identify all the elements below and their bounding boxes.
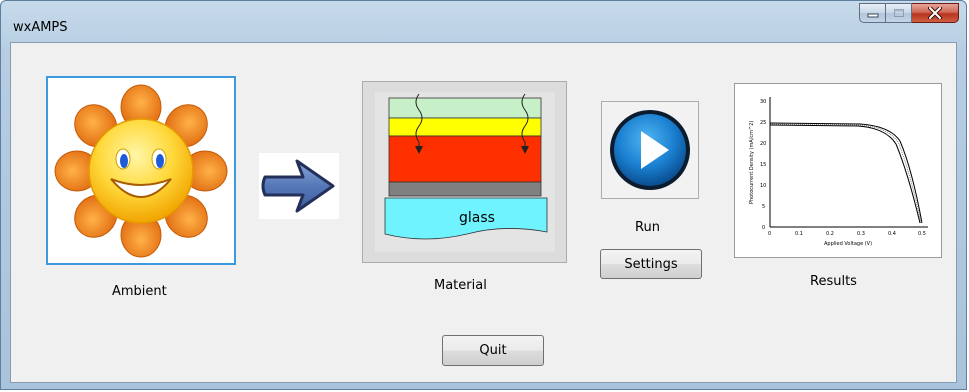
window-title: wxAMPS bbox=[13, 20, 68, 35]
svg-text:0: 0 bbox=[762, 225, 765, 231]
play-icon bbox=[610, 110, 690, 190]
substrate-label: glass bbox=[459, 210, 495, 226]
iv-curve-plot-icon: 0 5 10 15 20 25 30 0 0.1 0.2 0.3 0.4 0.5… bbox=[740, 88, 936, 253]
minimize-button[interactable] bbox=[859, 3, 886, 23]
svg-text:Photocurrent Density (mA/cm^2): Photocurrent Density (mA/cm^2) bbox=[749, 120, 755, 203]
run-label: Run bbox=[635, 220, 660, 235]
svg-text:5: 5 bbox=[762, 204, 765, 210]
svg-text:25: 25 bbox=[760, 120, 766, 126]
maximize-button[interactable] bbox=[886, 3, 912, 23]
svg-text:0.4: 0.4 bbox=[888, 231, 896, 237]
settings-button[interactable]: Settings bbox=[600, 249, 702, 279]
close-button[interactable] bbox=[912, 3, 959, 23]
svg-text:0.3: 0.3 bbox=[857, 231, 865, 237]
svg-text:0: 0 bbox=[768, 231, 771, 237]
material-button[interactable]: glass bbox=[362, 81, 567, 263]
main-panel: Ambient glass Material Run Settings 0 5 … bbox=[10, 42, 957, 383]
minimize-icon bbox=[867, 13, 878, 18]
svg-text:15: 15 bbox=[760, 162, 766, 168]
results-button[interactable]: 0 5 10 15 20 25 30 0 0.1 0.2 0.3 0.4 0.5… bbox=[734, 83, 942, 258]
material-label: Material bbox=[434, 278, 487, 293]
title-bar[interactable]: wxAMPS bbox=[1, 1, 966, 41]
svg-text:10: 10 bbox=[760, 183, 766, 189]
svg-text:0.5: 0.5 bbox=[918, 231, 926, 237]
svg-text:0.2: 0.2 bbox=[826, 231, 834, 237]
ambient-button[interactable] bbox=[46, 76, 236, 265]
quit-button[interactable]: Quit bbox=[442, 335, 544, 366]
smiling-sun-icon bbox=[54, 84, 228, 257]
svg-text:20: 20 bbox=[760, 141, 766, 147]
svg-text:Applied Voltage (V): Applied Voltage (V) bbox=[824, 241, 872, 247]
svg-text:0.1: 0.1 bbox=[795, 231, 803, 237]
maximize-icon bbox=[893, 9, 904, 17]
close-icon bbox=[928, 7, 942, 19]
run-button[interactable] bbox=[601, 101, 699, 199]
caption-buttons bbox=[859, 3, 959, 25]
right-arrow-icon bbox=[259, 153, 339, 219]
svg-text:30: 30 bbox=[760, 99, 766, 105]
app-window: wxAMPS Ambient glass Material Run Settin… bbox=[0, 0, 967, 390]
layer-stack-icon: glass bbox=[374, 92, 555, 252]
ambient-label: Ambient bbox=[112, 284, 167, 299]
results-label: Results bbox=[810, 274, 857, 289]
